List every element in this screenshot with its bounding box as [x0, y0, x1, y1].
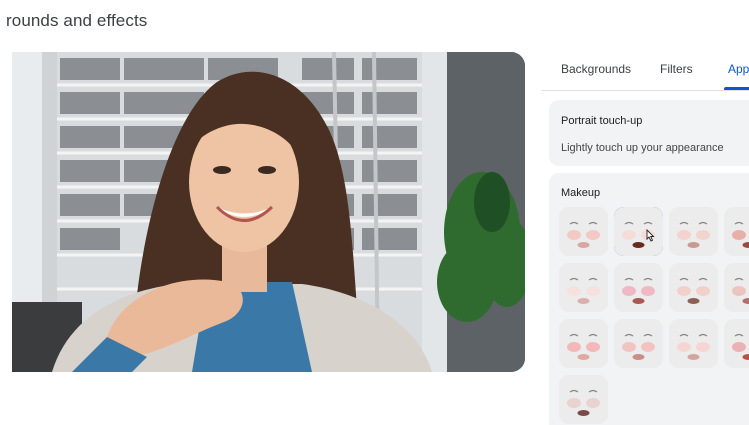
makeup-preset-tile[interactable]	[669, 207, 718, 256]
makeup-preset-tile[interactable]	[724, 263, 749, 312]
makeup-preset-tile[interactable]	[724, 319, 749, 368]
portrait-touch-up-card[interactable]: Portrait touch-up Lightly touch up your …	[549, 100, 749, 166]
makeup-preset-tile[interactable]	[669, 263, 718, 312]
page-title: rounds and effects	[6, 11, 148, 30]
makeup-preset-tile[interactable]	[614, 263, 663, 312]
tab-filters[interactable]: Filters	[660, 62, 693, 76]
makeup-title: Makeup	[561, 187, 601, 199]
effects-tabs: Backgrounds Filters Appe	[541, 40, 749, 91]
makeup-preset-tile[interactable]	[559, 319, 608, 368]
makeup-preset-tile[interactable]	[724, 207, 749, 256]
makeup-preset-tile[interactable]	[669, 319, 718, 368]
makeup-preset-tile[interactable]	[559, 375, 608, 424]
active-tab-indicator	[724, 87, 749, 90]
tab-appearance[interactable]: Appe	[728, 62, 749, 76]
tab-backgrounds[interactable]: Backgrounds	[561, 62, 631, 76]
mouse-pointer-icon	[646, 228, 655, 242]
makeup-preset-tile[interactable]	[559, 263, 608, 312]
portrait-touch-up-title: Portrait touch-up	[561, 115, 643, 127]
portrait-touch-up-subtitle: Lightly touch up your appearance	[561, 142, 724, 154]
makeup-preset-tile[interactable]	[614, 319, 663, 368]
makeup-preset-tile[interactable]	[559, 207, 608, 256]
camera-preview: 2	[12, 52, 525, 372]
